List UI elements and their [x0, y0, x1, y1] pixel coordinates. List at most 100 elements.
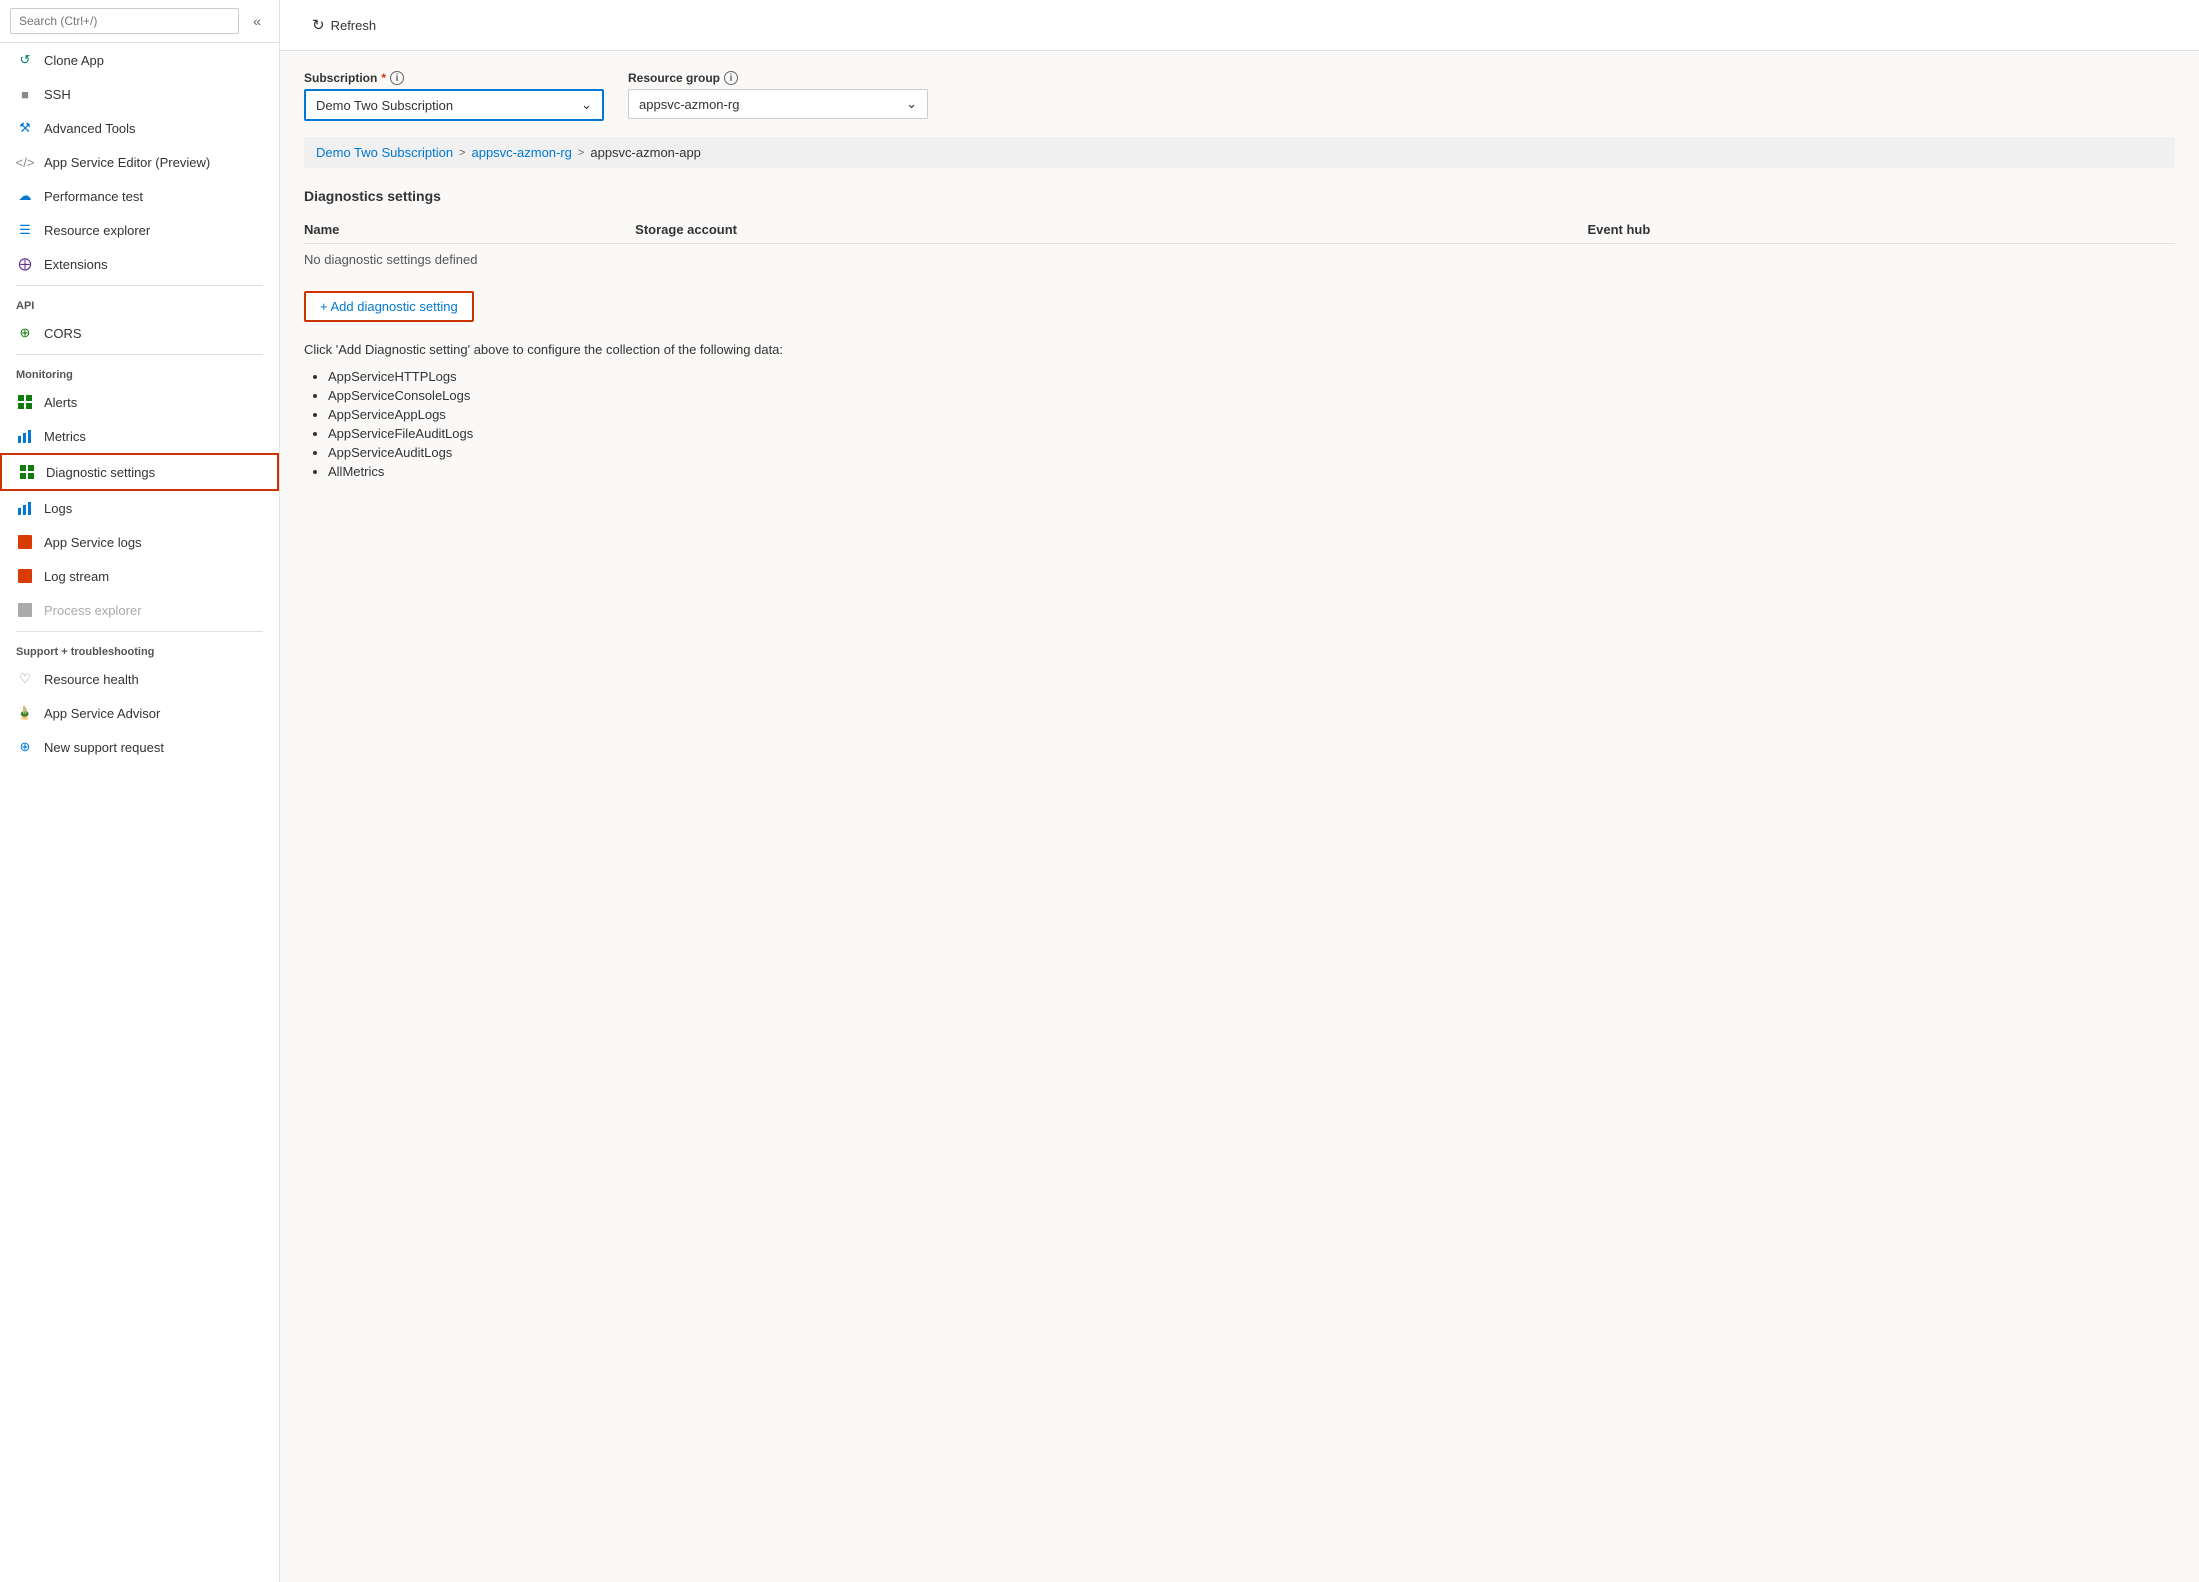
search-input[interactable] [10, 8, 239, 34]
sidebar-item-label: New support request [44, 740, 164, 755]
clone-app-icon: ↺ [16, 51, 34, 69]
subscription-group: Subscription * i Demo Two Subscription ⌄ [304, 71, 604, 121]
alerts-icon [16, 393, 34, 411]
diagnostics-section-title: Diagnostics settings [304, 188, 2175, 204]
cors-icon: ⊕ [16, 324, 34, 342]
divider-api [16, 285, 263, 286]
sidebar-item-performance-test[interactable]: ☁ Performance test [0, 179, 279, 213]
resource-group-select[interactable]: appsvc-azmon-rg ⌄ [628, 89, 928, 119]
breadcrumb-resource-group[interactable]: appsvc-azmon-rg [471, 145, 571, 160]
subscription-required: * [381, 71, 386, 85]
sidebar-item-label: SSH [44, 87, 71, 102]
list-item: AppServiceFileAuditLogs [328, 424, 2175, 443]
diagnostic-settings-icon [18, 463, 36, 481]
section-label-support: Support + troubleshooting [0, 636, 279, 662]
resource-health-icon: ♡ [16, 670, 34, 688]
sidebar-item-clone-app[interactable]: ↺ Clone App [0, 43, 279, 77]
subscription-select[interactable]: Demo Two Subscription ⌄ [304, 89, 604, 121]
sidebar-item-label: Resource explorer [44, 223, 150, 238]
list-item: AppServiceAppLogs [328, 405, 2175, 424]
table-row-no-settings: No diagnostic settings defined [304, 244, 2175, 276]
resource-group-value: appsvc-azmon-rg [639, 97, 739, 112]
list-item: AllMetrics [328, 462, 2175, 481]
content-area: Subscription * i Demo Two Subscription ⌄… [280, 51, 2199, 1582]
sidebar-item-ssh[interactable]: ■ SSH [0, 77, 279, 111]
sidebar-item-app-service-logs[interactable]: App Service logs [0, 525, 279, 559]
add-diagnostic-setting-button[interactable]: + Add diagnostic setting [304, 291, 474, 322]
sidebar-item-new-support-request[interactable]: ⊕ New support request [0, 730, 279, 764]
divider-support [16, 631, 263, 632]
info-text: Click 'Add Diagnostic setting' above to … [304, 342, 2175, 357]
sidebar-item-log-stream[interactable]: Log stream [0, 559, 279, 593]
resource-group-group: Resource group i appsvc-azmon-rg ⌄ [628, 71, 928, 121]
sidebar-scroll: ↺ Clone App ■ SSH ⚒ Advanced Tools </> A… [0, 43, 279, 1582]
main-content: ↻ Refresh Subscription * i Demo Two Subs… [280, 0, 2199, 1582]
app-service-advisor-icon: 🎍 [16, 704, 34, 722]
sidebar-item-app-service-advisor[interactable]: 🎍 App Service Advisor [0, 696, 279, 730]
sidebar-item-label: CORS [44, 326, 82, 341]
log-stream-icon [16, 567, 34, 585]
col-eventhub: Event hub [1587, 216, 2175, 244]
breadcrumb-sep-1: > [459, 147, 465, 159]
sidebar-item-app-service-editor[interactable]: </> App Service Editor (Preview) [0, 145, 279, 179]
breadcrumb-subscription[interactable]: Demo Two Subscription [316, 145, 453, 160]
sidebar-item-label: App Service logs [44, 535, 142, 550]
list-item: AppServiceHTTPLogs [328, 367, 2175, 386]
sidebar-item-label: Log stream [44, 569, 109, 584]
logs-icon [16, 499, 34, 517]
sidebar-item-label: Performance test [44, 189, 143, 204]
sidebar-item-logs[interactable]: Logs [0, 491, 279, 525]
sidebar-item-label: Extensions [44, 257, 108, 272]
subscription-value: Demo Two Subscription [316, 98, 453, 113]
advanced-tools-icon: ⚒ [16, 119, 34, 137]
divider-monitoring [16, 354, 263, 355]
sidebar-collapse-button[interactable]: « [245, 9, 269, 33]
refresh-label: Refresh [331, 18, 377, 33]
sidebar-item-label: Process explorer [44, 603, 142, 618]
sidebar-item-label: Alerts [44, 395, 77, 410]
resource-group-info-icon[interactable]: i [724, 71, 738, 85]
extensions-icon: ⨁ [16, 255, 34, 273]
process-explorer-icon [16, 601, 34, 619]
app-service-logs-icon [16, 533, 34, 551]
refresh-button[interactable]: ↻ Refresh [300, 10, 388, 40]
diagnostics-section: Diagnostics settings Name Storage accoun… [304, 188, 2175, 481]
resource-group-label: Resource group i [628, 71, 928, 85]
sidebar-item-label: Clone App [44, 53, 104, 68]
breadcrumb: Demo Two Subscription > appsvc-azmon-rg … [304, 137, 2175, 168]
new-support-request-icon: ⊕ [16, 738, 34, 756]
sidebar-item-label: Diagnostic settings [46, 465, 155, 480]
sidebar-item-metrics[interactable]: Metrics [0, 419, 279, 453]
list-item: AppServiceConsoleLogs [328, 386, 2175, 405]
resource-group-dropdown-icon: ⌄ [906, 96, 917, 112]
app-service-editor-icon: </> [16, 153, 34, 171]
form-row: Subscription * i Demo Two Subscription ⌄… [304, 71, 2175, 121]
refresh-icon: ↻ [312, 16, 325, 34]
performance-test-icon: ☁ [16, 187, 34, 205]
sidebar: « ↺ Clone App ■ SSH ⚒ Advanced Tools </>… [0, 0, 280, 1582]
sidebar-item-process-explorer: Process explorer [0, 593, 279, 627]
sidebar-item-label: Resource health [44, 672, 139, 687]
sidebar-item-cors[interactable]: ⊕ CORS [0, 316, 279, 350]
sidebar-item-label: Metrics [44, 429, 86, 444]
subscription-info-icon[interactable]: i [390, 71, 404, 85]
diagnostics-table: Name Storage account Event hub No diagno… [304, 216, 2175, 275]
sidebar-item-extensions[interactable]: ⨁ Extensions [0, 247, 279, 281]
metrics-icon [16, 427, 34, 445]
sidebar-item-resource-explorer[interactable]: ☰ Resource explorer [0, 213, 279, 247]
no-settings-text: No diagnostic settings defined [304, 244, 2175, 276]
sidebar-item-alerts[interactable]: Alerts [0, 385, 279, 419]
section-label-monitoring: Monitoring [0, 359, 279, 385]
toolbar: ↻ Refresh [280, 0, 2199, 51]
subscription-label: Subscription * i [304, 71, 604, 85]
sidebar-item-label: Advanced Tools [44, 121, 136, 136]
data-types-list: AppServiceHTTPLogs AppServiceConsoleLogs… [304, 367, 2175, 481]
sidebar-item-diagnostic-settings[interactable]: Diagnostic settings [0, 453, 279, 491]
sidebar-item-advanced-tools[interactable]: ⚒ Advanced Tools [0, 111, 279, 145]
col-storage: Storage account [635, 216, 1587, 244]
sidebar-search-area: « [0, 0, 279, 43]
resource-explorer-icon: ☰ [16, 221, 34, 239]
col-name: Name [304, 216, 635, 244]
add-setting-label: + Add diagnostic setting [320, 299, 458, 314]
sidebar-item-resource-health[interactable]: ♡ Resource health [0, 662, 279, 696]
